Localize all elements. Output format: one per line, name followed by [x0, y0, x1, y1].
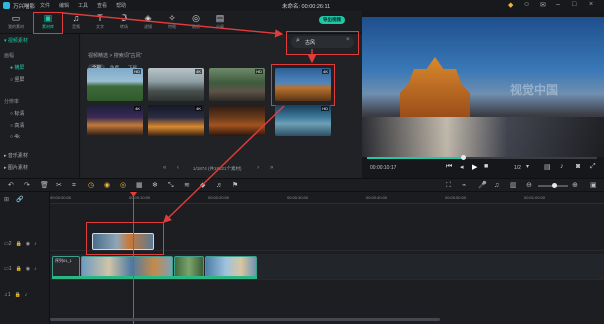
arrow-thumbnail-to-timeline — [162, 105, 285, 223]
arrow-library-to-search — [62, 12, 284, 38]
annotation-arrows — [62, 12, 317, 223]
